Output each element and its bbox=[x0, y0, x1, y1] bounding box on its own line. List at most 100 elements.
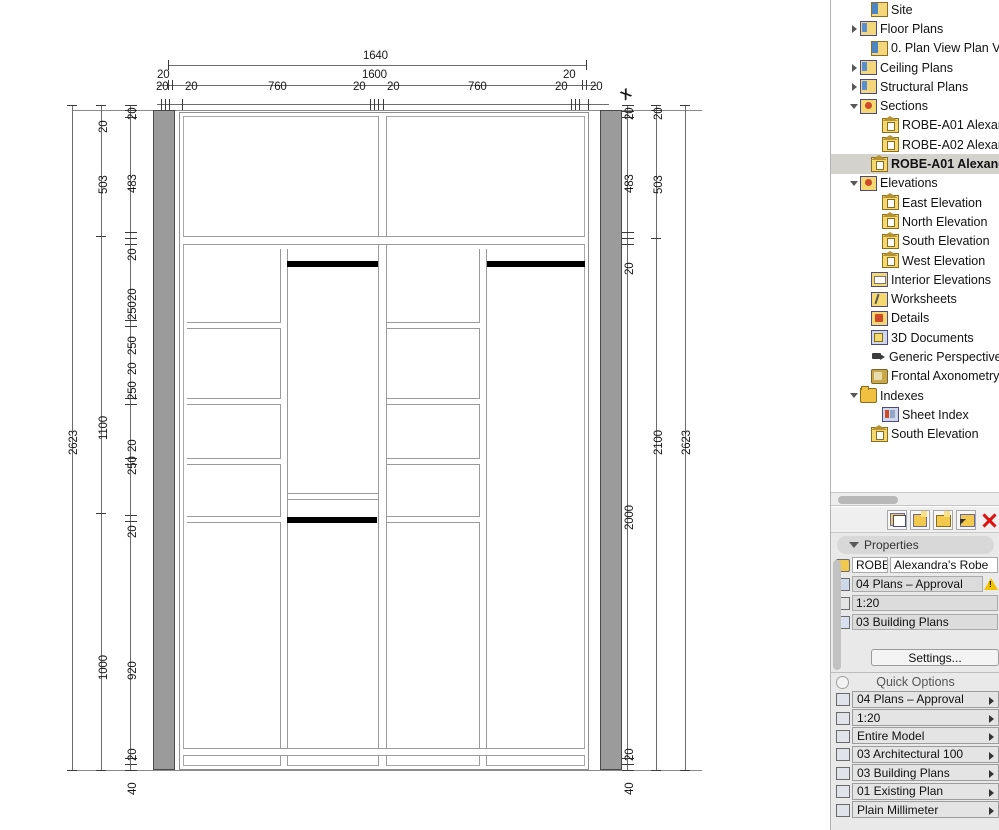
chevron-down-icon[interactable] bbox=[848, 393, 860, 398]
dim-tick bbox=[125, 404, 137, 405]
tree-item-label: 3D Documents bbox=[891, 331, 974, 345]
shelf-left-3 bbox=[187, 458, 281, 465]
scale-icon bbox=[835, 711, 850, 725]
quick-options-toggle-icon[interactable] bbox=[836, 676, 849, 689]
dim-tick bbox=[622, 238, 634, 239]
shelf-upper-divider bbox=[183, 236, 585, 245]
quick-option-value[interactable]: 03 Building Plans bbox=[852, 764, 999, 781]
dim-tick bbox=[125, 105, 137, 106]
new-view-button[interactable] bbox=[887, 510, 907, 530]
tree-item-label: Ceiling Plans bbox=[880, 61, 953, 75]
tree-item-interior-elevations[interactable]: Interior Elevations bbox=[831, 270, 999, 289]
property-row-penset[interactable]: 03 Building Plans bbox=[835, 613, 998, 631]
tree-item-floor-plans[interactable]: Floor Plans bbox=[831, 19, 999, 38]
navigator-toolbar[interactable] bbox=[831, 507, 999, 533]
quick-options-header[interactable]: Quick Options bbox=[831, 673, 999, 690]
shelf-left-1 bbox=[187, 322, 281, 329]
tree-item-south-elevation[interactable]: South Elevation bbox=[831, 425, 999, 444]
save-view-button[interactable] bbox=[910, 510, 930, 530]
quick-option-value[interactable]: Plain Millimeter bbox=[852, 801, 999, 818]
tree-item-worksheets[interactable]: Worksheets bbox=[831, 289, 999, 308]
quick-option-value[interactable]: 04 Plans – Approval bbox=[852, 691, 999, 708]
delete-view-button[interactable] bbox=[979, 510, 999, 530]
quick-option-row-renovation[interactable]: 01 Existing Plan bbox=[835, 782, 999, 800]
chevron-down-icon[interactable] bbox=[848, 104, 860, 109]
pen-set-field[interactable]: 03 Building Plans bbox=[852, 614, 998, 630]
new-folder-button[interactable] bbox=[933, 510, 953, 530]
tree-item-frontal-axonometry[interactable]: Frontal Axonometry bbox=[831, 367, 999, 386]
properties-section[interactable]: Properties ROBE Alexandra's Robe 04 Plan… bbox=[831, 533, 999, 673]
section-drawing-canvas[interactable]: 1640 20 1600 20 20 20 760 20 20 760 20 2… bbox=[0, 0, 830, 830]
tree-item-details[interactable]: Details bbox=[831, 309, 999, 328]
tree-item-robe-a01-alexand[interactable]: ROBE-A01 Alexand bbox=[831, 116, 999, 135]
tree-item-robe-a02-alexand[interactable]: ROBE-A02 Alexand bbox=[831, 135, 999, 154]
layer-combination-field[interactable]: 04 Plans – Approval bbox=[852, 576, 983, 592]
tree-item-generic-perspective[interactable]: Generic Perspective bbox=[831, 347, 999, 366]
quick-option-row-scale[interactable]: 1:20 bbox=[835, 708, 999, 726]
quick-option-value[interactable]: 03 Architectural 100 bbox=[852, 746, 999, 763]
kickboard bbox=[183, 748, 585, 756]
property-row-layer[interactable]: 04 Plans – Approval bbox=[835, 575, 998, 593]
navigator-horizontal-scrollbar[interactable] bbox=[831, 492, 999, 506]
view-name-field[interactable]: Alexandra's Robe bbox=[890, 557, 998, 573]
chevron-down-icon[interactable] bbox=[848, 181, 860, 186]
renovation-icon bbox=[835, 784, 850, 798]
tree-item-label: ROBE-A01 Alexand bbox=[902, 118, 999, 132]
quick-option-row-pen[interactable]: 03 Architectural 100 bbox=[835, 745, 999, 763]
dim-left-total: 2623 bbox=[68, 430, 80, 455]
tree-item-west-elevation[interactable]: West Elevation bbox=[831, 251, 999, 270]
quick-option-row-model-view[interactable]: 03 Building Plans bbox=[835, 764, 999, 782]
chevron-right-icon bbox=[989, 770, 994, 778]
tree-item-label: Details bbox=[891, 311, 929, 325]
quick-option-value[interactable]: 01 Existing Plan bbox=[852, 783, 999, 800]
quick-option-value[interactable]: Entire Model bbox=[852, 727, 999, 744]
tree-item-label: Frontal Axonometry bbox=[891, 369, 999, 383]
tree-item-north-elevation[interactable]: North Elevation bbox=[831, 212, 999, 231]
chevron-right-icon[interactable] bbox=[848, 64, 860, 72]
scrollbar-thumb[interactable] bbox=[838, 496, 898, 504]
tree-item-3d-documents[interactable]: 3D Documents bbox=[831, 328, 999, 347]
open-view-button[interactable] bbox=[956, 510, 976, 530]
3d-document-icon bbox=[871, 330, 888, 345]
section-icon bbox=[860, 176, 877, 191]
settings-button[interactable]: Settings... bbox=[871, 649, 999, 666]
tree-item-elevations[interactable]: Elevations bbox=[831, 174, 999, 193]
tree-item-0-plan-view-plan-view[interactable]: 0. Plan View Plan View bbox=[831, 39, 999, 58]
tree-item-robe-a01-alexandra[interactable]: ROBE-A01 Alexandra bbox=[831, 154, 999, 173]
tree-item-sheet-index[interactable]: Sheet Index bbox=[831, 405, 999, 424]
tree-item-label: Worksheets bbox=[891, 292, 957, 306]
quick-option-row-layer[interactable]: 04 Plans – Approval bbox=[835, 690, 999, 708]
chevron-right-icon[interactable] bbox=[848, 83, 860, 91]
quick-option-value[interactable]: 1:20 bbox=[852, 709, 999, 726]
dim-tick bbox=[67, 105, 77, 106]
property-row-id[interactable]: ROBE Alexandra's Robe bbox=[835, 556, 998, 574]
tree-item-east-elevation[interactable]: East Elevation bbox=[831, 193, 999, 212]
tree-item-site[interactable]: Site bbox=[831, 0, 999, 19]
dim-tick bbox=[680, 770, 690, 771]
scale-field[interactable]: 1:20 bbox=[852, 595, 998, 611]
view-id-field[interactable]: ROBE bbox=[852, 557, 888, 573]
interior-elevation-icon bbox=[871, 272, 888, 287]
dim-tick bbox=[96, 770, 106, 771]
dim-tick bbox=[172, 80, 173, 90]
tree-item-south-elevation[interactable]: South Elevation bbox=[831, 232, 999, 251]
tree-item-ceiling-plans[interactable]: Ceiling Plans bbox=[831, 58, 999, 77]
properties-header[interactable]: Properties bbox=[837, 536, 994, 554]
property-row-scale[interactable]: 1:20 bbox=[835, 594, 998, 612]
project-navigator-tree[interactable]: SiteFloor Plans0. Plan View Plan View Cei… bbox=[831, 0, 999, 492]
tree-item-structural-plans[interactable]: Structural Plans bbox=[831, 77, 999, 96]
chevron-right-icon[interactable] bbox=[848, 25, 860, 33]
dim-left-i12: 20 bbox=[127, 749, 139, 761]
quick-option-row-structure[interactable]: Entire Model bbox=[835, 727, 999, 745]
dim-tick bbox=[622, 105, 634, 106]
tree-item-indexes[interactable]: Indexes bbox=[831, 386, 999, 405]
properties-vertical-scrollbar[interactable] bbox=[833, 560, 841, 670]
tree-item-sections[interactable]: Sections bbox=[831, 96, 999, 115]
quick-options-section[interactable]: Quick Options 04 Plans – Approval1:20Ent… bbox=[831, 673, 999, 830]
quick-option-row-dimension[interactable]: Plain Millimeter bbox=[835, 800, 999, 818]
shelf-left-2 bbox=[187, 398, 281, 405]
navigator-palette[interactable]: SiteFloor Plans0. Plan View Plan View Cei… bbox=[830, 0, 999, 830]
wall-right bbox=[600, 110, 622, 770]
dim-top-d7: 20 bbox=[555, 81, 567, 93]
quick-option-label: 01 Existing Plan bbox=[857, 784, 943, 798]
